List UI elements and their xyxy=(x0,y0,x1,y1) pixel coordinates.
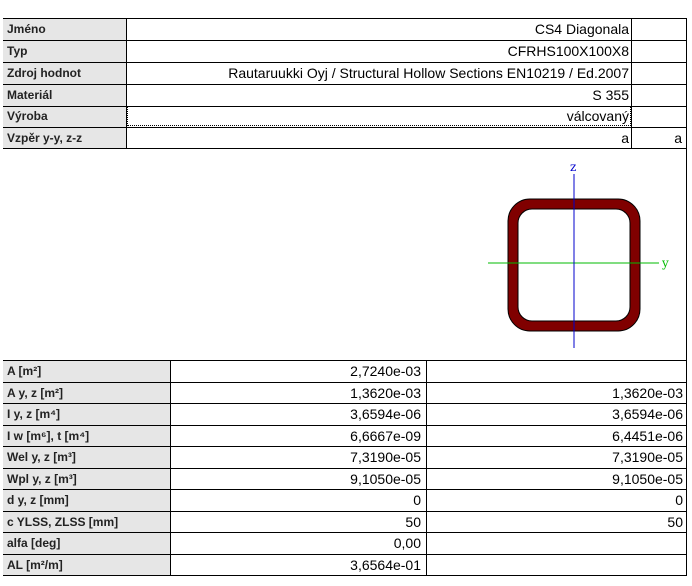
grid-line xyxy=(3,403,687,404)
buckling-yy-value[interactable]: a xyxy=(621,128,629,148)
property-row: A y, z [m²] 1,3620e-03 1,3620e-03 xyxy=(3,383,687,404)
property-value-2[interactable]: 6,4451e-06 xyxy=(612,426,683,446)
cross-section-diagram: z y xyxy=(488,160,669,348)
property-label: I y, z [m⁴] xyxy=(7,407,61,421)
y-axis-label: y xyxy=(661,256,669,270)
property-value-2[interactable]: 3,6594e-06 xyxy=(612,404,683,424)
property-label: d y, z [mm] xyxy=(7,493,69,507)
property-value-1[interactable]: 50 xyxy=(405,512,421,532)
grid-line xyxy=(126,18,127,148)
header-value[interactable]: Rautaruukki Oyj / Structural Hollow Sect… xyxy=(228,63,629,83)
header-row-type: Typ CFRHS100X100X8 xyxy=(3,41,687,61)
grid-line xyxy=(3,446,687,447)
property-label: Wel y, z [m³] xyxy=(7,450,76,464)
property-row: Wpl y, z [m³] 9,1050e-05 9,1050e-05 xyxy=(3,469,687,490)
grid-line xyxy=(3,425,687,426)
property-row: c YLSS, ZLSS [mm] 50 50 xyxy=(3,512,687,533)
grid-line xyxy=(3,18,687,19)
property-label: alfa [deg] xyxy=(7,536,61,550)
header-row-material: Materiál S 355 xyxy=(3,85,687,105)
property-label: A y, z [m²] xyxy=(7,386,63,400)
grid-line xyxy=(426,360,427,576)
grid-line xyxy=(3,468,687,469)
property-value-1[interactable]: 0 xyxy=(413,490,421,510)
property-value-1[interactable]: 6,6667e-09 xyxy=(350,426,421,446)
grid-line xyxy=(3,127,687,128)
header-label: Zdroj hodnot xyxy=(7,66,81,80)
property-row: AL [m²/m] 3,6564e-01 xyxy=(3,555,687,576)
property-value-1[interactable]: 1,3620e-03 xyxy=(350,383,421,403)
header-label: Materiál xyxy=(7,88,53,102)
property-row: I y, z [m⁴] 3,6594e-06 3,6594e-06 xyxy=(3,404,687,425)
property-value-1[interactable]: 0,00 xyxy=(394,533,421,553)
grid-line xyxy=(3,489,687,490)
z-axis-label: z xyxy=(570,160,576,174)
property-row: alfa [deg] 0,00 xyxy=(3,533,687,554)
property-value-2[interactable]: 9,1050e-05 xyxy=(612,469,683,489)
grid-line xyxy=(3,554,687,555)
grid-line xyxy=(3,532,687,533)
grid-line xyxy=(3,62,687,63)
property-row: d y, z [mm] 0 0 xyxy=(3,490,687,511)
header-label: Výroba xyxy=(7,109,48,123)
cross-section-sheet: Jméno CS4 Diagonala Typ CFRHS100X100X8 Z… xyxy=(3,18,687,576)
grid-line xyxy=(3,106,687,107)
property-value-2[interactable]: 0 xyxy=(675,490,683,510)
header-row-name: Jméno CS4 Diagonala xyxy=(3,19,687,39)
property-value-1[interactable]: 9,1050e-05 xyxy=(350,469,421,489)
property-row: A [m²] 2,7240e-03 xyxy=(3,361,687,382)
grid-line xyxy=(170,360,171,576)
header-row-production: Výroba válcovaný xyxy=(3,106,687,126)
buckling-zz-value[interactable]: a xyxy=(674,128,682,148)
property-value-1[interactable]: 3,6564e-01 xyxy=(350,555,421,575)
grid-line xyxy=(3,575,687,576)
property-value-1[interactable]: 3,6594e-06 xyxy=(350,404,421,424)
property-label: c YLSS, ZLSS [mm] xyxy=(7,515,119,529)
property-value-2[interactable]: 7,3190e-05 xyxy=(612,447,683,467)
header-value[interactable]: S 355 xyxy=(592,85,629,105)
grid-line xyxy=(3,511,687,512)
header-label: Jméno xyxy=(7,22,46,36)
grid-line xyxy=(3,40,687,41)
property-row: I w [m⁶], t [m⁴] 6,6667e-09 6,4451e-06 xyxy=(3,426,687,447)
property-value-2[interactable]: 50 xyxy=(667,512,683,532)
property-label: Wpl y, z [m³] xyxy=(7,472,77,486)
property-label: I w [m⁶], t [m⁴] xyxy=(7,429,90,443)
property-value-1[interactable]: 7,3190e-05 xyxy=(350,447,421,467)
header-label: Typ xyxy=(7,44,28,58)
grid-line xyxy=(3,84,687,85)
production-dropdown[interactable]: válcovaný xyxy=(567,106,629,126)
header-row-source: Zdroj hodnot Rautaruukki Oyj / Structura… xyxy=(3,63,687,83)
header-row-buckling: Vzpěr y-y, z-z a a xyxy=(3,128,687,148)
property-value-2[interactable]: 1,3620e-03 xyxy=(612,383,683,403)
property-label: AL [m²/m] xyxy=(7,558,63,572)
property-label: A [m²] xyxy=(7,364,42,378)
grid-line xyxy=(3,360,687,361)
property-row: Wel y, z [m³] 7,3190e-05 7,3190e-05 xyxy=(3,447,687,468)
header-value[interactable]: CS4 Diagonala xyxy=(535,19,629,39)
header-label: Vzpěr y-y, z-z xyxy=(7,131,83,145)
header-value[interactable]: CFRHS100X100X8 xyxy=(508,41,629,61)
grid-line xyxy=(631,18,632,148)
property-value-1[interactable]: 2,7240e-03 xyxy=(350,361,421,381)
grid-line xyxy=(3,382,687,383)
